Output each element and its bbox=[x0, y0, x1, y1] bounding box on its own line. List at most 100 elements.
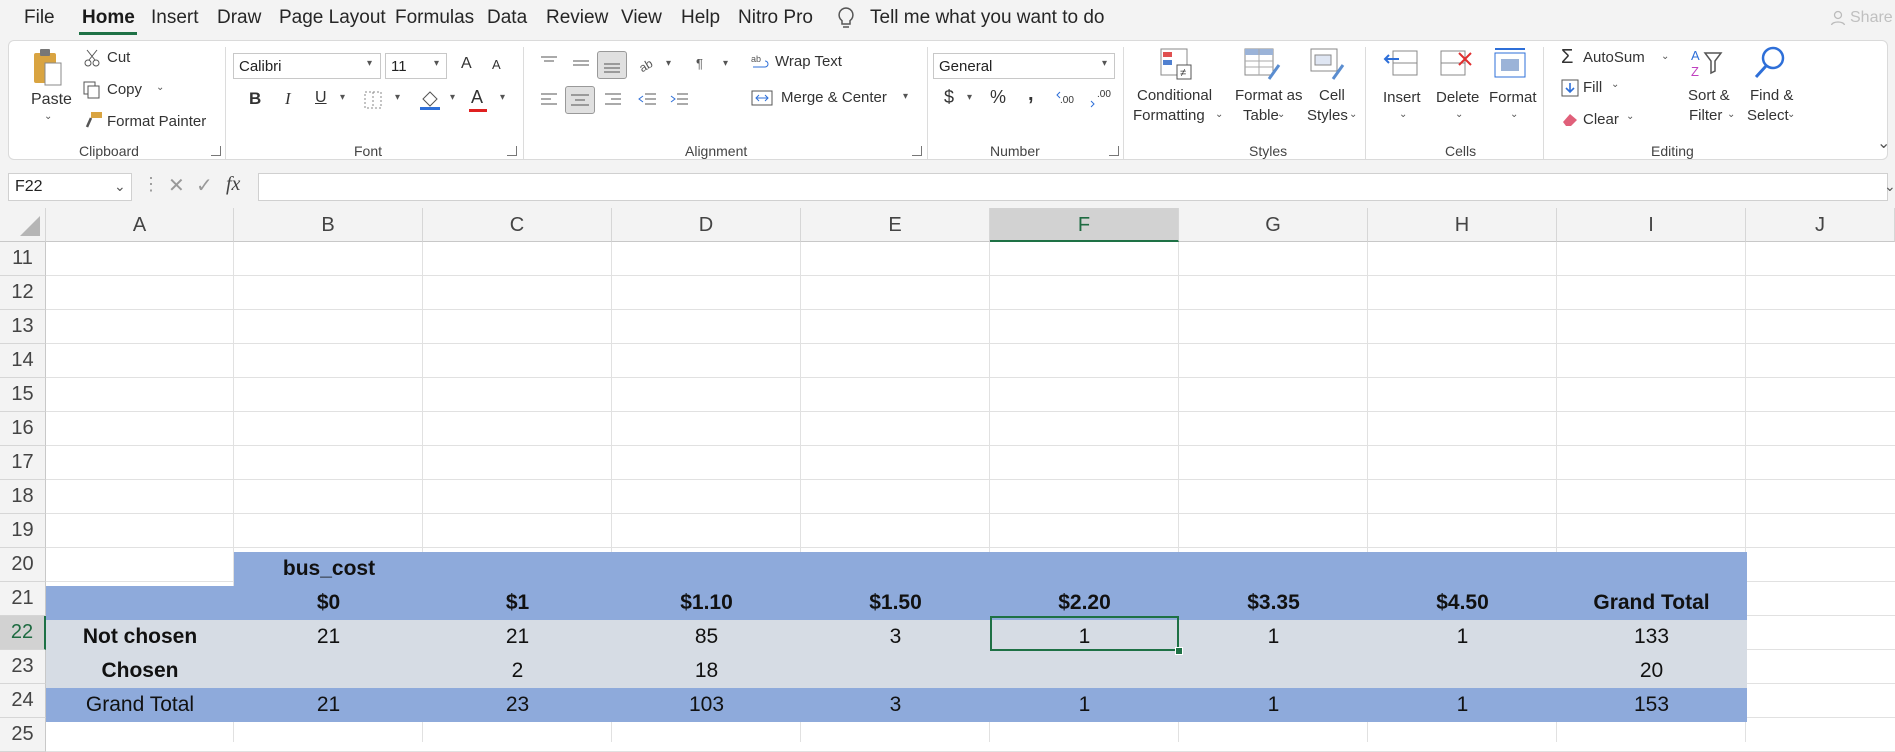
expand-formula-bar-chevron-icon[interactable]: ⌄ bbox=[1884, 178, 1895, 195]
text-direction-icon[interactable]: ¶ bbox=[695, 55, 715, 71]
pivot-grand-total-cell[interactable]: 1 bbox=[1179, 688, 1368, 722]
clipboard-launcher-icon[interactable] bbox=[211, 146, 221, 156]
pivot-value-cell[interactable] bbox=[1368, 654, 1557, 688]
pivot-value-cell[interactable]: 2 bbox=[423, 654, 612, 688]
eraser-icon[interactable] bbox=[1561, 111, 1579, 127]
row-header-22[interactable]: 22 bbox=[0, 616, 46, 650]
pivot-value-cell[interactable]: 21 bbox=[234, 620, 423, 654]
pivot-field-label[interactable]: bus_cost bbox=[234, 552, 424, 586]
cut-icon[interactable] bbox=[83, 49, 101, 67]
worksheet-grid[interactable]: ABCDEFGHIJ 11 12 13 14 15 16 17 18 19 20 21 22 23 24 2… bbox=[0, 208, 1895, 752]
sort-filter-icon[interactable]: AZ bbox=[1689, 47, 1725, 81]
menu-formulas[interactable]: Formulas bbox=[395, 7, 474, 29]
italic-button[interactable]: I bbox=[285, 89, 291, 109]
column-header-i[interactable]: I bbox=[1557, 208, 1746, 242]
conditional-formatting-chevron-icon[interactable]: ⌄ bbox=[1215, 109, 1223, 120]
confirm-entry-icon[interactable]: ✓ bbox=[196, 173, 213, 198]
format-as-table-icon[interactable] bbox=[1243, 47, 1281, 83]
pivot-grand-total-cell[interactable]: 1 bbox=[1368, 688, 1557, 722]
row-header-12[interactable]: 12 bbox=[0, 276, 46, 310]
pivot-column-header[interactable]: $1 bbox=[423, 586, 612, 620]
pivot-value-cell[interactable]: 85 bbox=[612, 620, 801, 654]
insert-cells-icon[interactable] bbox=[1383, 47, 1421, 83]
merge-center-chevron-icon[interactable]: ▾ bbox=[903, 91, 908, 102]
name-box-chevron-icon[interactable]: ⌄ bbox=[114, 178, 126, 195]
pivot-grand-total-cell[interactable]: 23 bbox=[423, 688, 612, 722]
pivot-value-cell[interactable]: 3 bbox=[801, 620, 990, 654]
conditional-formatting-line1[interactable]: Conditional bbox=[1137, 87, 1212, 104]
collapse-ribbon-chevron-icon[interactable]: ⌄ bbox=[1877, 133, 1890, 153]
cell-styles-line1[interactable]: Cell bbox=[1319, 87, 1345, 104]
row-header-13[interactable]: 13 bbox=[0, 310, 46, 344]
insert-cells-chevron-icon[interactable]: ⌄ bbox=[1399, 109, 1407, 120]
paste-label[interactable]: Paste bbox=[31, 91, 72, 109]
row-header-21[interactable]: 21 bbox=[0, 582, 46, 616]
text-direction-chevron-icon[interactable]: ▾ bbox=[723, 58, 728, 69]
number-format-select[interactable]: General bbox=[933, 53, 1115, 79]
paste-icon[interactable] bbox=[31, 47, 63, 87]
borders-chevron-icon[interactable]: ▾ bbox=[395, 92, 400, 103]
copy-button[interactable]: Copy bbox=[107, 81, 142, 98]
column-header-b[interactable]: B bbox=[234, 208, 423, 242]
format-as-table-line1[interactable]: Format as bbox=[1235, 87, 1303, 104]
number-format-chevron-icon[interactable]: ▾ bbox=[1102, 58, 1107, 69]
pivot-value-cell[interactable]: 1 bbox=[1368, 620, 1557, 654]
row-header-17[interactable]: 17 bbox=[0, 446, 46, 480]
alignment-launcher-icon[interactable] bbox=[912, 146, 922, 156]
menu-home[interactable]: Home bbox=[82, 7, 135, 29]
pivot-value-cell[interactable] bbox=[801, 654, 990, 688]
row-header-14[interactable]: 14 bbox=[0, 344, 46, 378]
pivot-column-header[interactable]: Grand Total bbox=[1557, 586, 1746, 620]
pivot-column-header[interactable]: $0 bbox=[234, 586, 423, 620]
decrease-font-size-button[interactable]: A bbox=[492, 57, 501, 72]
format-cells-button[interactable]: Format bbox=[1489, 89, 1537, 106]
pivot-column-header[interactable]: $3.35 bbox=[1179, 586, 1368, 620]
wrap-text-button[interactable]: Wrap Text bbox=[775, 53, 842, 70]
format-painter-icon[interactable] bbox=[85, 111, 103, 129]
pivot-grand-total-cell[interactable]: 3 bbox=[801, 688, 990, 722]
format-cells-icon[interactable] bbox=[1491, 47, 1529, 83]
find-select-magnifier-icon[interactable] bbox=[1753, 45, 1787, 81]
decrease-decimal-button[interactable]: .00 bbox=[1090, 87, 1114, 111]
middle-align-icon[interactable] bbox=[571, 55, 591, 71]
pivot-column-header[interactable]: $1.50 bbox=[801, 586, 990, 620]
format-as-table-chevron-icon[interactable]: ⌄ bbox=[1277, 109, 1285, 120]
copy-icon[interactable] bbox=[83, 81, 101, 99]
find-select-chevron-icon[interactable]: ⌄ bbox=[1787, 109, 1795, 120]
menu-file[interactable]: File bbox=[24, 7, 55, 29]
align-center-button[interactable] bbox=[565, 86, 595, 114]
column-header-f[interactable]: F bbox=[990, 208, 1179, 242]
bold-button[interactable]: B bbox=[249, 89, 261, 109]
row-header-23[interactable]: 23 bbox=[0, 650, 46, 684]
pivot-value-cell[interactable] bbox=[1179, 654, 1368, 688]
sort-filter-line2[interactable]: Filter bbox=[1689, 107, 1722, 124]
wrap-text-icon[interactable]: ab bbox=[751, 53, 771, 73]
currency-format-button[interactable]: $ bbox=[944, 87, 954, 108]
font-name-select[interactable]: Calibri bbox=[233, 53, 381, 79]
fill-chevron-icon[interactable]: ⌄ bbox=[1611, 79, 1619, 90]
align-right-icon[interactable] bbox=[603, 91, 623, 107]
font-color-button[interactable]: A bbox=[471, 87, 483, 108]
column-header-d[interactable]: D bbox=[612, 208, 801, 242]
format-cells-chevron-icon[interactable]: ⌄ bbox=[1510, 109, 1518, 120]
delete-cells-button[interactable]: Delete bbox=[1436, 89, 1479, 106]
merge-center-icon[interactable] bbox=[751, 89, 773, 107]
pivot-row-label[interactable]: Chosen bbox=[46, 654, 234, 688]
pivot-value-cell[interactable] bbox=[990, 654, 1179, 688]
pivot-value-cell[interactable]: 133 bbox=[1557, 620, 1746, 654]
delete-cells-chevron-icon[interactable]: ⌄ bbox=[1455, 109, 1463, 120]
menu-view[interactable]: View bbox=[621, 7, 662, 29]
menu-draw[interactable]: Draw bbox=[217, 7, 261, 29]
column-header-e[interactable]: E bbox=[801, 208, 990, 242]
cut-button[interactable]: Cut bbox=[107, 49, 130, 66]
borders-icon[interactable] bbox=[364, 91, 382, 109]
orientation-icon[interactable]: ab bbox=[637, 55, 659, 73]
column-header-c[interactable]: C bbox=[423, 208, 612, 242]
menu-insert[interactable]: Insert bbox=[151, 7, 199, 29]
formula-input[interactable] bbox=[258, 173, 1888, 201]
conditional-formatting-icon[interactable]: ≠ bbox=[1159, 47, 1195, 81]
autosum-button[interactable]: AutoSum bbox=[1583, 49, 1645, 66]
fill-button[interactable]: Fill bbox=[1583, 79, 1602, 96]
column-header-g[interactable]: G bbox=[1179, 208, 1368, 242]
row-header-24[interactable]: 24 bbox=[0, 684, 46, 718]
